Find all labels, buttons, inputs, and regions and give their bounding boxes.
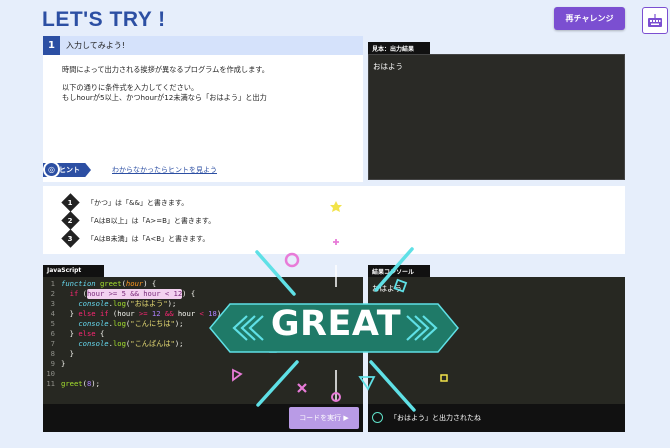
sample-output-text: おはよう	[373, 62, 403, 71]
step-title: 入力してみよう!	[66, 41, 125, 50]
check-message: 「おはよう」と出力されたね	[390, 414, 481, 422]
hint-link[interactable]: わからなかったらヒントを見よう	[112, 165, 217, 175]
hint-text: 「AはB以上」は「A>=B」と書きます。	[87, 216, 216, 225]
hint-number: 1	[61, 193, 80, 212]
hint-bulb-icon: ◎	[43, 161, 60, 178]
instruction-panel: 1 入力してみよう! 時間によって出力される挨拶が異なるプログラムを作成します。…	[43, 36, 363, 182]
sample-label: 見本：出力結果	[368, 42, 430, 54]
run-code-button[interactable]: コードを実行 ▶	[289, 407, 359, 429]
console-label: 結果コンソール	[368, 265, 430, 277]
hint-item: 2 「AはB以上」は「A>=B」と書きます。	[61, 211, 216, 230]
instruction-text: 時間によって出力される挨拶が異なるプログラムを作成します。 以下の通りに条件式を…	[43, 55, 363, 103]
console-output-text: おはよう	[372, 284, 402, 293]
instruction-line: 時間によって出力される挨拶が異なるプログラムを作成します。	[62, 65, 269, 74]
hint-item: 1 「かつ」は「&&」と書きます。	[61, 193, 189, 212]
keyboard-icon	[648, 13, 662, 27]
hint-text: 「AはB未満」は「A<B」と書きます。	[87, 234, 210, 243]
check-circle-icon	[372, 412, 383, 423]
keyboard-button[interactable]	[642, 7, 668, 34]
hint-number: 3	[61, 229, 80, 248]
sample-output-panel: おはよう	[368, 54, 625, 180]
instruction-line: 以下の通りに条件式を入力してください。	[62, 83, 199, 92]
great-text: GREAT	[270, 304, 402, 344]
retry-button[interactable]: 再チャレンジ	[554, 7, 625, 30]
page-title: LET'S TRY !	[42, 8, 166, 31]
result-console: おはよう	[368, 277, 625, 404]
hints-panel: 1 「かつ」は「&&」と書きます。 2 「AはB以上」は「A>=B」と書きます。…	[43, 186, 625, 254]
step-number: 1	[43, 36, 60, 55]
hint-item: 3 「AはB未満」は「A<B」と書きます。	[61, 229, 210, 248]
step-header: 1 入力してみよう!	[43, 36, 363, 55]
hint-text: 「かつ」は「&&」と書きます。	[87, 198, 189, 207]
editor-label: JavaScript	[43, 265, 104, 277]
hint-number: 2	[61, 211, 80, 230]
deco-circle	[284, 252, 300, 268]
instruction-line: もしhourが5以上、かつhourが12未満なら「おはよう」と出力	[62, 93, 267, 102]
